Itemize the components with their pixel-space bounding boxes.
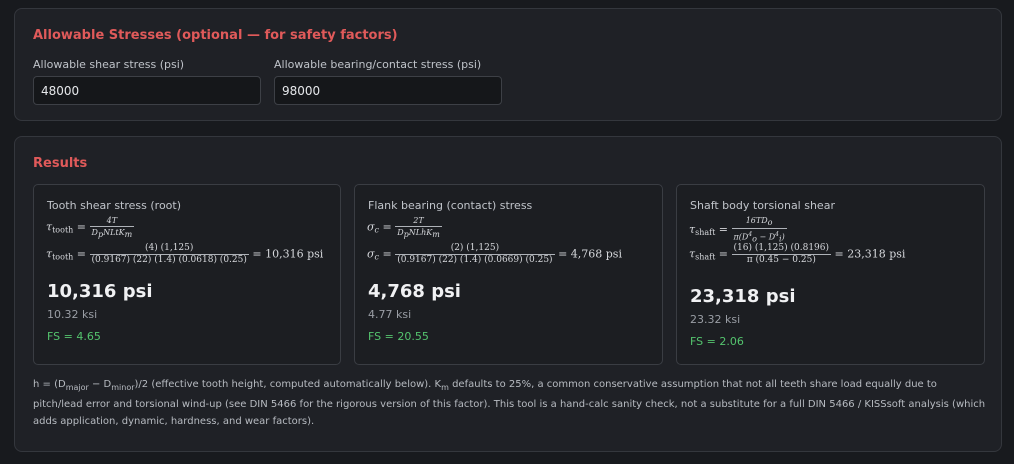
shear-stress-label: Allowable shear stress (psi) xyxy=(33,58,185,71)
general-formula: σc = 2T DpNLhKm xyxy=(367,216,442,239)
card-title: Shaft body torsional shear xyxy=(690,199,835,212)
safety-factor: FS = 2.06 xyxy=(690,335,744,348)
numeric-formula: τtooth = (4) (1,125) (0.9167) (22) (1.4) … xyxy=(46,243,324,265)
numeric-formula: τshaft = (16) (1,125) (0.8196) π (0.45 − … xyxy=(689,243,906,265)
results-title: Results xyxy=(33,156,88,171)
stress-value: 10,316 psi xyxy=(47,281,153,302)
bearing-stress-label: Allowable bearing/contact stress (psi) xyxy=(274,58,482,71)
card-title: Tooth shear stress (root) xyxy=(47,199,182,212)
stress-value: 4,768 psi xyxy=(368,281,461,302)
results-panel: Results Tooth shear stress (root) τtooth… xyxy=(14,136,1002,452)
bearing-stress-input[interactable] xyxy=(274,76,502,105)
safety-factor: FS = 20.55 xyxy=(368,330,429,343)
shaft-torsional-card: Shaft body torsional shear τshaft = 16TD… xyxy=(676,184,985,365)
stress-ksi: 10.32 ksi xyxy=(47,308,98,321)
allowable-stresses-panel: Allowable Stresses (optional — for safet… xyxy=(14,8,1002,121)
shear-stress-input[interactable] xyxy=(33,76,261,105)
general-formula: τshaft = 16TDo π(D4o − D4i) xyxy=(689,216,787,244)
stress-ksi: 23.32 ksi xyxy=(690,313,741,326)
formula-result: = 10,316 psi xyxy=(252,247,324,261)
flank-bearing-card: Flank bearing (contact) stress σc = 2T Dp… xyxy=(354,184,663,365)
formula-result: = 23,318 psi xyxy=(834,247,906,261)
formula-result: = 4,768 psi xyxy=(558,247,622,261)
stress-ksi: 4.77 ksi xyxy=(368,308,412,321)
tooth-shear-card: Tooth shear stress (root) τtooth = 4T DpN… xyxy=(33,184,341,365)
allowable-stresses-title: Allowable Stresses (optional — for safet… xyxy=(33,28,398,43)
general-formula: τtooth = 4T DpNLtKm xyxy=(46,216,135,239)
stress-value: 23,318 psi xyxy=(690,286,796,307)
card-title: Flank bearing (contact) stress xyxy=(368,199,533,212)
numeric-formula: σc = (2) (1,125) (0.9167) (22) (1.4) (0.0… xyxy=(367,243,622,265)
safety-factor: FS = 4.65 xyxy=(47,330,101,343)
results-note: h = (Dmajor − Dminor)/2 (effective tooth… xyxy=(33,379,986,427)
